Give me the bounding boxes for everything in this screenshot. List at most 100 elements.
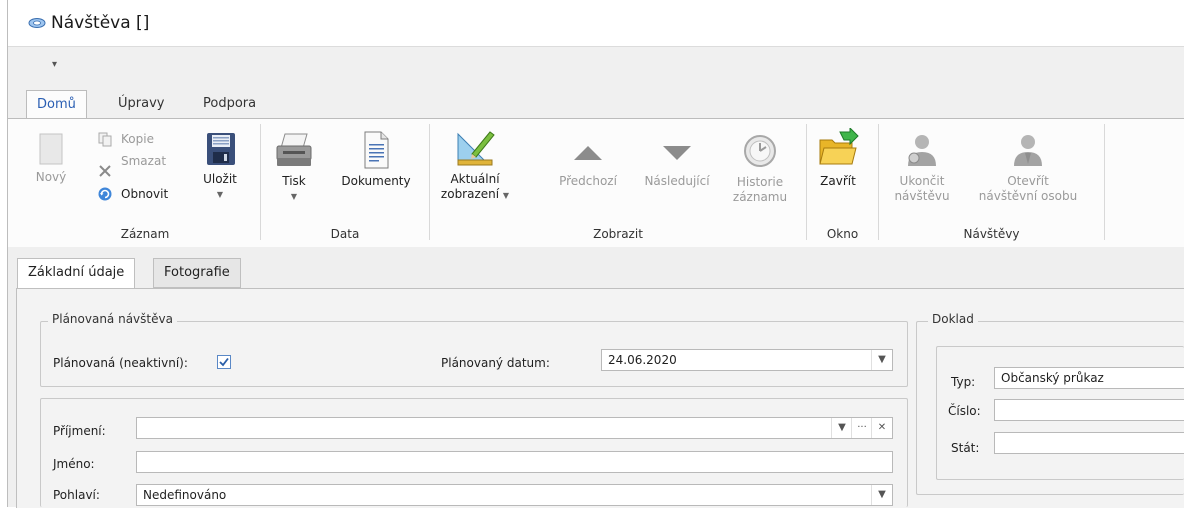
document-type-value: Občanský průkaz bbox=[1001, 371, 1104, 385]
tab-domu[interactable]: Domů bbox=[26, 90, 87, 120]
chevron-down-icon: ▼ bbox=[878, 354, 886, 365]
copy-icon bbox=[98, 132, 112, 147]
record-history-label-line2: záznamu bbox=[732, 190, 788, 204]
visit-icon bbox=[28, 18, 46, 28]
group-separator bbox=[429, 124, 430, 240]
refresh-label: Obnovit bbox=[121, 187, 169, 201]
open-visitor-button[interactable]: Otevřít návštěvní osobu bbox=[964, 130, 1092, 204]
group-separator bbox=[878, 124, 879, 240]
planned-date-field[interactable]: 24.06.2020 ▼ bbox=[601, 349, 893, 371]
surname-browse-button[interactable]: ··· bbox=[851, 418, 872, 438]
arrow-up-icon bbox=[574, 146, 602, 160]
end-visit-button[interactable]: Ukončit návštěvu bbox=[880, 130, 964, 204]
surname-clear-button[interactable]: ✕ bbox=[871, 418, 892, 438]
quick-access-toolbar: ▾ bbox=[8, 46, 1184, 87]
person-icon bbox=[908, 135, 936, 166]
refresh-icon bbox=[98, 187, 112, 201]
planned-inactive-checkbox[interactable] bbox=[217, 355, 231, 369]
tab-basic-info[interactable]: Základní údaje bbox=[17, 258, 136, 289]
current-view-label-line1: Aktuální bbox=[450, 172, 500, 186]
planned-date-value: 24.06.2020 bbox=[608, 353, 677, 367]
previous-button[interactable]: Předchozí bbox=[553, 136, 623, 189]
print-dropdown-caret: ▼ bbox=[290, 192, 298, 201]
ruler-pencil-icon bbox=[457, 131, 495, 166]
documents-button[interactable]: Dokumenty bbox=[332, 130, 420, 189]
current-view-button[interactable]: Aktuální zobrazení ▼ bbox=[436, 128, 514, 203]
planned-date-dropdown-button[interactable]: ▼ bbox=[871, 350, 892, 370]
folder-exit-icon bbox=[819, 126, 859, 165]
document-icon bbox=[364, 131, 389, 169]
group-label-navstevy: Návštěvy bbox=[963, 227, 1020, 241]
current-view-label-line2-text: zobrazení bbox=[440, 187, 500, 201]
open-visitor-label-line2: návštěvní osobu bbox=[978, 189, 1078, 203]
title-bar: Návštěva [] bbox=[8, 0, 1184, 46]
document-legend: Doklad bbox=[928, 312, 978, 326]
checkmark-icon bbox=[219, 357, 229, 367]
print-button-label: Tisk bbox=[282, 174, 306, 188]
current-view-caret: ▼ bbox=[502, 191, 510, 200]
surname-label: Příjmení: bbox=[53, 424, 106, 438]
gender-label: Pohlaví: bbox=[53, 488, 100, 502]
planned-inactive-label: Plánovaná (neaktivní): bbox=[53, 356, 188, 370]
next-button-label: Následující bbox=[644, 174, 710, 188]
gender-dropdown-button[interactable]: ▼ bbox=[871, 485, 892, 505]
end-visit-label-line2: návštěvu bbox=[894, 189, 950, 203]
close-button-label: Zavřít bbox=[820, 174, 856, 188]
save-button-label: Uložit bbox=[203, 172, 237, 186]
documents-button-label: Dokumenty bbox=[341, 174, 411, 188]
document-number-field[interactable] bbox=[994, 399, 1184, 421]
copy-label: Kopie bbox=[121, 132, 154, 146]
planned-date-label: Plánovaný datum: bbox=[441, 356, 550, 370]
record-history-button[interactable]: Historie záznamu bbox=[728, 131, 792, 205]
tab-photos[interactable]: Fotografie bbox=[153, 258, 241, 288]
surname-dropdown-button[interactable]: ▼ bbox=[831, 418, 852, 438]
surname-field[interactable]: ▼ ··· ✕ bbox=[136, 417, 893, 439]
record-history-label-line1: Historie bbox=[736, 175, 784, 189]
first-name-field[interactable] bbox=[136, 451, 893, 473]
new-button-label: Nový bbox=[35, 170, 67, 184]
print-button[interactable]: Tisk ▼ bbox=[268, 130, 320, 204]
tab-upravy[interactable]: Úpravy bbox=[108, 90, 174, 117]
country-field[interactable] bbox=[994, 432, 1184, 454]
next-button[interactable]: Následující bbox=[634, 136, 720, 189]
group-label-zaznam: Záznam bbox=[120, 227, 170, 241]
history-clock-icon bbox=[744, 135, 776, 167]
new-button[interactable]: Nový bbox=[34, 132, 68, 185]
gender-field[interactable]: Nedefinováno ▼ bbox=[136, 484, 893, 506]
previous-button-label: Předchozí bbox=[559, 174, 617, 188]
chevron-down-icon: ▼ bbox=[878, 489, 886, 500]
group-separator bbox=[806, 124, 807, 240]
window: Návštěva [] ▾ Domů Úpravy Podpora Nový K… bbox=[0, 0, 1184, 508]
current-view-label-line2: zobrazení ▼ bbox=[436, 187, 514, 203]
person-icon bbox=[1014, 135, 1042, 166]
arrow-down-icon bbox=[663, 146, 691, 160]
close-button[interactable]: Zavřít bbox=[811, 126, 865, 189]
group-label-okno: Okno bbox=[826, 227, 859, 241]
gender-value: Nedefinováno bbox=[143, 488, 227, 502]
ribbon-tab-row bbox=[8, 86, 1184, 118]
planned-visit-legend: Plánovaná návštěva bbox=[48, 312, 177, 326]
document-type-label: Typ: bbox=[951, 375, 976, 389]
chevron-down-icon: ▼ bbox=[838, 422, 846, 433]
group-separator bbox=[260, 124, 261, 240]
tab-podpora[interactable]: Podpora bbox=[193, 90, 266, 117]
document-type-field[interactable]: Občanský průkaz bbox=[994, 367, 1184, 389]
group-separator bbox=[1104, 124, 1105, 240]
save-button[interactable]: Uložit ▼ bbox=[198, 130, 242, 202]
group-label-zobrazit: Zobrazit bbox=[593, 227, 643, 241]
open-visitor-label-line1: Otevřít bbox=[1007, 174, 1049, 188]
delete-icon bbox=[99, 165, 111, 177]
ellipsis-icon: ··· bbox=[857, 422, 867, 433]
printer-icon bbox=[276, 133, 312, 166]
window-title: Návštěva [] bbox=[51, 13, 150, 33]
save-dropdown-caret: ▼ bbox=[216, 190, 224, 199]
customize-qat-button[interactable]: ▾ bbox=[52, 59, 57, 70]
new-document-icon bbox=[39, 133, 63, 165]
first-name-label: Jméno: bbox=[53, 457, 95, 471]
document-number-label: Číslo: bbox=[948, 404, 981, 418]
clear-icon: ✕ bbox=[877, 422, 887, 433]
delete-label: Smazat bbox=[121, 154, 167, 168]
end-visit-label-line1: Ukončit bbox=[899, 174, 945, 188]
country-label: Stát: bbox=[951, 441, 980, 455]
group-label-data: Data bbox=[330, 227, 360, 241]
